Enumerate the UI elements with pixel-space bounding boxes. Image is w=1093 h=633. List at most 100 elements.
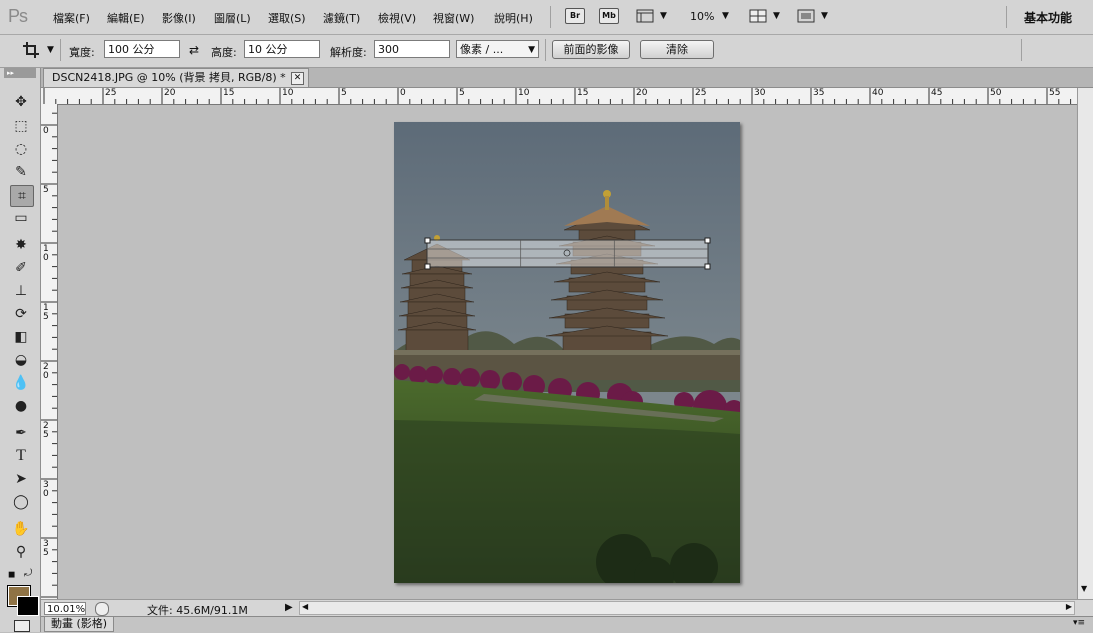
workspace-switcher[interactable]: 基本功能 (1024, 9, 1072, 26)
resolution-label: 解析度: (330, 46, 367, 59)
swap-dimensions-icon[interactable]: ⇄ (189, 43, 199, 57)
horizontal-scrollbar[interactable]: ◀ ▶ (299, 601, 1075, 615)
ruler-label: 5 (341, 88, 347, 98)
paint-bucket-tool-icon[interactable]: ◒ (10, 350, 32, 370)
view-extras-caret-icon[interactable]: ▼ (660, 11, 667, 21)
view-extras-icon[interactable] (636, 9, 654, 23)
ruler-label: 55 (1049, 88, 1061, 98)
history-brush-tool-icon[interactable]: ⟳ (10, 304, 32, 324)
ruler-label: 30 (43, 480, 49, 499)
arrange-caret-icon[interactable]: ▼ (773, 11, 780, 21)
ruler-label: 35 (43, 539, 49, 558)
crop-selection-box (424, 237, 711, 270)
menu-view[interactable]: 檢視(V) (378, 10, 416, 26)
ellipse-tool-icon[interactable]: ◯ (10, 492, 32, 512)
animation-panel-tab[interactable]: 動畫 (影格) (44, 617, 114, 632)
quick-selection-tool-icon[interactable]: ✎ (10, 162, 32, 182)
pagoda-photo (394, 122, 740, 583)
zoom-tool-icon[interactable]: ⚲ (10, 542, 32, 562)
options-divider (1021, 39, 1022, 61)
ruler-label: 15 (43, 303, 49, 322)
screen-mode-icon[interactable] (797, 9, 815, 23)
status-info-icon[interactable] (95, 602, 109, 616)
healing-brush-tool-icon[interactable]: ✸ (10, 235, 32, 255)
ruler-label: 5 (43, 185, 49, 195)
panel-dock: 動畫 (影格) ▾≡ (41, 616, 1093, 633)
menu-file[interactable]: 檔案(F) (53, 10, 90, 26)
clear-button[interactable]: 清除 (640, 40, 714, 59)
pen-tool-icon[interactable]: ✒ (10, 423, 32, 443)
status-menu-arrow-icon[interactable]: ▶ (285, 602, 293, 613)
resolution-field[interactable]: 300 (374, 40, 450, 58)
menu-divider (550, 6, 551, 28)
launch-bridge-button[interactable]: Br (565, 8, 585, 24)
lasso-tool-icon[interactable]: ◌ (10, 139, 32, 159)
arrange-documents-icon[interactable] (749, 9, 767, 23)
status-zoom-field[interactable]: 10.01% (44, 602, 86, 615)
panel-menu-icon[interactable]: ▾≡ (1073, 618, 1085, 628)
background-color-swatch[interactable] (17, 596, 39, 616)
clone-stamp-tool-icon[interactable]: ⊥ (10, 281, 32, 301)
marquee-tool-icon[interactable]: ⬚ (10, 116, 32, 136)
options-divider (545, 39, 546, 61)
document-tab-title: DSCN2418.JPG @ 10% (背景 拷貝, RGB/8) * (52, 71, 286, 84)
width-field[interactable]: 100 公分 (104, 40, 180, 58)
launch-mini-bridge-button[interactable]: Mb (599, 8, 619, 24)
menu-edit[interactable]: 編輯(E) (107, 10, 145, 26)
scroll-right-icon[interactable]: ▶ (1066, 602, 1072, 611)
ruler-label: 5 (459, 88, 465, 98)
menu-window[interactable]: 視窗(W) (433, 10, 474, 26)
dodge-tool-icon[interactable]: ● (10, 396, 32, 416)
crop-tool-icon[interactable]: ⌗ (10, 185, 34, 207)
zoom-level-select[interactable]: 10% (690, 10, 714, 23)
ruler-label: 10 (282, 88, 294, 98)
move-tool-icon[interactable]: ✥ (10, 92, 32, 112)
horizontal-ruler: 25 20 15 10 5 0 5 10 15 20 25 30 35 40 45 50 55 (41, 88, 1078, 105)
resolution-unit-select[interactable]: 像素 / ... ▼ (456, 40, 539, 58)
ruler-label: 0 (43, 126, 49, 136)
document-tab[interactable]: DSCN2418.JPG @ 10% (背景 拷貝, RGB/8) * ✕ (43, 68, 309, 87)
height-label: 高度: (211, 46, 237, 59)
tool-preset-caret-icon[interactable]: ▼ (47, 45, 54, 55)
status-bar: 10.01% 文件: 45.6M/91.1M ▶ ◀ ▶ (41, 599, 1093, 617)
scroll-left-icon[interactable]: ◀ (302, 602, 308, 611)
height-field[interactable]: 10 公分 (244, 40, 320, 58)
eraser-tool-icon[interactable]: ◧ (10, 327, 32, 347)
document-image[interactable] (394, 122, 740, 583)
ruler-label: 25 (695, 88, 707, 98)
crop-tool-preset-icon[interactable] (22, 41, 40, 59)
vertical-scrollbar[interactable]: ▼ (1077, 88, 1093, 599)
brush-tool-icon[interactable]: ✐ (10, 258, 32, 278)
ruler-label: 35 (813, 88, 825, 98)
resolution-unit-value: 像素 / ... (460, 43, 504, 56)
front-image-button[interactable]: 前面的影像 (552, 40, 630, 59)
ruler-label: 30 (754, 88, 766, 98)
toolbox: ▸▸ ✥ ⬚ ◌ ✎ ⌗ ▭ ✸ ✐ ⊥ ⟳ ◧ ◒ 💧 ● ✒ T ➤ ◯ ✋… (0, 68, 41, 632)
close-icon[interactable]: ✕ (291, 72, 304, 85)
type-tool-icon[interactable]: T (10, 446, 32, 466)
quick-mask-icon[interactable] (14, 620, 30, 632)
swap-colors-icon[interactable]: ⤾ (24, 568, 32, 579)
screen-mode-caret-icon[interactable]: ▼ (821, 11, 828, 21)
zoom-caret-icon[interactable]: ▼ (722, 11, 729, 21)
unit-caret-icon: ▼ (528, 45, 535, 55)
ruler-label: 40 (872, 88, 884, 98)
horizontal-ruler-ticks (43, 88, 1072, 104)
ruler-label: 25 (43, 421, 49, 440)
eyedropper-tool-icon[interactable]: ▭ (10, 208, 32, 228)
menu-image[interactable]: 影像(I) (162, 10, 196, 26)
ruler-label: 15 (223, 88, 235, 98)
menu-layer[interactable]: 圖層(L) (214, 10, 251, 26)
default-colors-icon[interactable]: ◼ (8, 570, 15, 580)
blur-tool-icon[interactable]: 💧 (10, 373, 32, 393)
hand-tool-icon[interactable]: ✋ (10, 519, 32, 539)
path-selection-tool-icon[interactable]: ➤ (10, 469, 32, 489)
scroll-down-icon[interactable]: ▼ (1081, 584, 1087, 593)
toolbox-collapse-icon[interactable]: ▸▸ (4, 68, 36, 78)
menu-select[interactable]: 選取(S) (268, 10, 306, 26)
menu-bar: Ps 檔案(F) 編輯(E) 影像(I) 圖層(L) 選取(S) 濾鏡(T) 檢… (0, 0, 1093, 35)
menu-help[interactable]: 說明(H) (494, 10, 533, 26)
vertical-ruler-ticks (41, 112, 57, 598)
menu-filter[interactable]: 濾鏡(T) (323, 10, 360, 26)
vertical-ruler: 0 5 10 15 20 25 30 35 (41, 104, 58, 599)
